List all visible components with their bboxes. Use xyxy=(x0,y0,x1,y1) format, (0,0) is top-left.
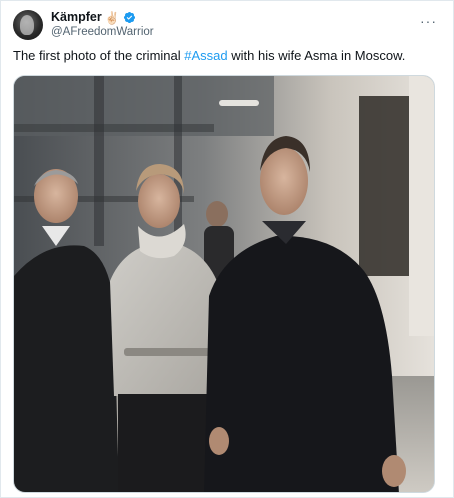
tweet-text-part: with his wife Asma in Moscow. xyxy=(227,48,406,63)
tweet-header: Kämpfer ✌🏻 @AFreedomWarrior ··· xyxy=(13,9,441,41)
avatar[interactable] xyxy=(13,10,43,40)
victory-hand-icon: ✌🏻 xyxy=(104,10,120,25)
author-display-name[interactable]: Kämpfer xyxy=(51,10,102,25)
author-handle[interactable]: @AFreedomWarrior xyxy=(51,25,154,40)
hashtag-link[interactable]: #Assad xyxy=(184,48,227,63)
tweet-card[interactable]: Kämpfer ✌🏻 @AFreedomWarrior ··· The firs… xyxy=(0,0,454,498)
author-info: Kämpfer ✌🏻 @AFreedomWarrior xyxy=(51,10,154,40)
tweet-text-part: The first photo of the criminal xyxy=(13,48,185,63)
name-row: Kämpfer ✌🏻 xyxy=(51,10,154,25)
tweet-text: The first photo of the criminal #Assad w… xyxy=(13,47,441,64)
photo-illustration xyxy=(14,76,434,492)
verified-badge-icon xyxy=(123,11,135,24)
more-options-icon[interactable]: ··· xyxy=(420,13,437,29)
tweet-photo[interactable] xyxy=(13,75,435,493)
